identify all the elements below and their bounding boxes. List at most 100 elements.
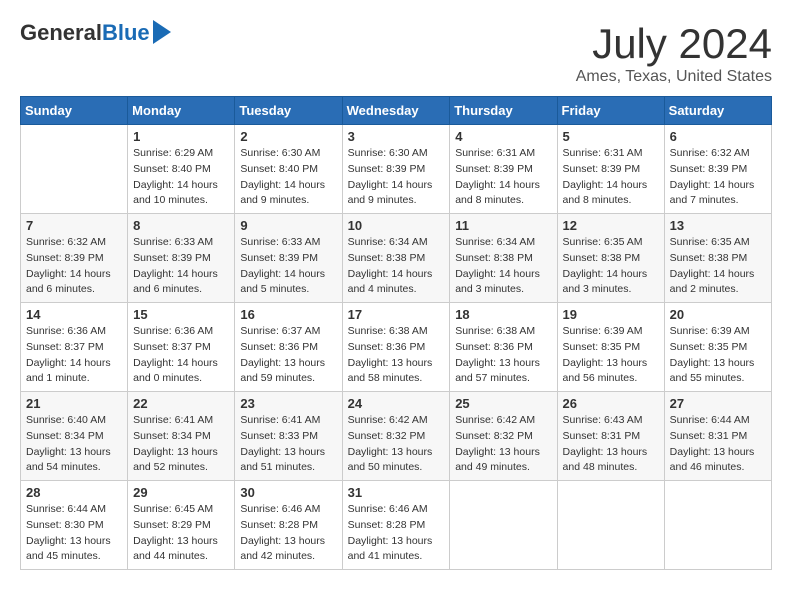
day-number: 5 [563,129,659,144]
day-info: Sunrise: 6:31 AMSunset: 8:39 PMDaylight:… [563,146,659,209]
calendar-cell: 21 Sunrise: 6:40 AMSunset: 8:34 PMDayligh… [21,392,128,481]
day-number: 11 [455,218,551,233]
day-number: 2 [240,129,336,144]
calendar-cell: 11 Sunrise: 6:34 AMSunset: 8:38 PMDayligh… [450,214,557,303]
calendar-cell [21,125,128,214]
calendar-cell: 14 Sunrise: 6:36 AMSunset: 8:37 PMDayligh… [21,303,128,392]
calendar-cell: 7 Sunrise: 6:32 AMSunset: 8:39 PMDaylight… [21,214,128,303]
calendar-cell: 20Sunrise: 6:39 AMSunset: 8:35 PMDayligh… [664,303,771,392]
day-number: 17 [348,307,445,322]
calendar-cell: 29 Sunrise: 6:45 AMSunset: 8:29 PMDayligh… [128,481,235,570]
day-info: Sunrise: 6:33 AMSunset: 8:39 PMDaylight:… [133,235,229,298]
day-number: 1 [133,129,229,144]
day-info: Sunrise: 6:39 AMSunset: 8:35 PMDaylight:… [563,324,659,387]
calendar-cell: 2 Sunrise: 6:30 AMSunset: 8:40 PMDaylight… [235,125,342,214]
day-info: Sunrise: 6:35 AMSunset: 8:38 PMDaylight:… [670,235,766,298]
day-number: 14 [26,307,122,322]
calendar-cell: 18 Sunrise: 6:38 AMSunset: 8:36 PMDayligh… [450,303,557,392]
day-info: Sunrise: 6:39 AMSunset: 8:35 PMDaylight:… [670,324,766,387]
calendar-cell: 15Sunrise: 6:36 AMSunset: 8:37 PMDayligh… [128,303,235,392]
calendar-cell: 5 Sunrise: 6:31 AMSunset: 8:39 PMDaylight… [557,125,664,214]
day-number: 8 [133,218,229,233]
calendar-cell [664,481,771,570]
day-info: Sunrise: 6:38 AMSunset: 8:36 PMDaylight:… [455,324,551,387]
calendar-cell: 23 Sunrise: 6:41 AMSunset: 8:33 PMDayligh… [235,392,342,481]
day-number: 10 [348,218,445,233]
day-info: Sunrise: 6:35 AMSunset: 8:38 PMDaylight:… [563,235,659,298]
day-number: 29 [133,485,229,500]
day-info: Sunrise: 6:42 AMSunset: 8:32 PMDaylight:… [348,413,445,476]
day-info: Sunrise: 6:44 AMSunset: 8:31 PMDaylight:… [670,413,766,476]
calendar-cell: 26Sunrise: 6:43 AMSunset: 8:31 PMDayligh… [557,392,664,481]
calendar-cell: 24Sunrise: 6:42 AMSunset: 8:32 PMDayligh… [342,392,450,481]
day-number: 21 [26,396,122,411]
calendar-header-row: SundayMondayTuesdayWednesdayThursdayFrid… [21,97,772,125]
logo: General Blue [20,20,171,46]
day-number: 19 [563,307,659,322]
day-info: Sunrise: 6:41 AMSunset: 8:34 PMDaylight:… [133,413,229,476]
day-info: Sunrise: 6:45 AMSunset: 8:29 PMDaylight:… [133,502,229,565]
day-number: 23 [240,396,336,411]
calendar-day-header: Wednesday [342,97,450,125]
day-number: 18 [455,307,551,322]
calendar-day-header: Thursday [450,97,557,125]
day-info: Sunrise: 6:40 AMSunset: 8:34 PMDaylight:… [26,413,122,476]
calendar-cell: 27Sunrise: 6:44 AMSunset: 8:31 PMDayligh… [664,392,771,481]
calendar-day-header: Saturday [664,97,771,125]
calendar-cell: 16Sunrise: 6:37 AMSunset: 8:36 PMDayligh… [235,303,342,392]
calendar-cell: 3Sunrise: 6:30 AMSunset: 8:39 PMDaylight… [342,125,450,214]
month-year-title: July 2024 [576,20,772,68]
day-info: Sunrise: 6:32 AMSunset: 8:39 PMDaylight:… [26,235,122,298]
day-info: Sunrise: 6:30 AMSunset: 8:40 PMDaylight:… [240,146,336,209]
day-number: 7 [26,218,122,233]
calendar-cell: 9Sunrise: 6:33 AMSunset: 8:39 PMDaylight… [235,214,342,303]
page-header: General Blue July 2024 Ames, Texas, Unit… [20,20,772,86]
day-number: 30 [240,485,336,500]
calendar-day-header: Monday [128,97,235,125]
calendar-week-row: 21 Sunrise: 6:40 AMSunset: 8:34 PMDayligh… [21,392,772,481]
day-info: Sunrise: 6:31 AMSunset: 8:39 PMDaylight:… [455,146,551,209]
calendar-day-header: Tuesday [235,97,342,125]
day-number: 28 [26,485,122,500]
calendar-cell: 22 Sunrise: 6:41 AMSunset: 8:34 PMDayligh… [128,392,235,481]
day-number: 16 [240,307,336,322]
calendar-cell: 31 Sunrise: 6:46 AMSunset: 8:28 PMDayligh… [342,481,450,570]
calendar-week-row: 28Sunrise: 6:44 AMSunset: 8:30 PMDayligh… [21,481,772,570]
day-info: Sunrise: 6:30 AMSunset: 8:39 PMDaylight:… [348,146,445,209]
day-info: Sunrise: 6:29 AMSunset: 8:40 PMDaylight:… [133,146,229,209]
day-info: Sunrise: 6:36 AMSunset: 8:37 PMDaylight:… [133,324,229,387]
calendar-week-row: 14 Sunrise: 6:36 AMSunset: 8:37 PMDayligh… [21,303,772,392]
day-number: 31 [348,485,445,500]
calendar-cell: 30 Sunrise: 6:46 AMSunset: 8:28 PMDayligh… [235,481,342,570]
day-info: Sunrise: 6:36 AMSunset: 8:37 PMDaylight:… [26,324,122,387]
day-info: Sunrise: 6:34 AMSunset: 8:38 PMDaylight:… [455,235,551,298]
calendar-cell: 19 Sunrise: 6:39 AMSunset: 8:35 PMDayligh… [557,303,664,392]
calendar-cell: 25Sunrise: 6:42 AMSunset: 8:32 PMDayligh… [450,392,557,481]
day-number: 9 [240,218,336,233]
calendar-cell [450,481,557,570]
location-subtitle: Ames, Texas, United States [576,68,772,86]
day-info: Sunrise: 6:32 AMSunset: 8:39 PMDaylight:… [670,146,766,209]
day-number: 25 [455,396,551,411]
day-info: Sunrise: 6:38 AMSunset: 8:36 PMDaylight:… [348,324,445,387]
calendar-day-header: Sunday [21,97,128,125]
day-number: 13 [670,218,766,233]
calendar-cell: 28Sunrise: 6:44 AMSunset: 8:30 PMDayligh… [21,481,128,570]
calendar-cell [557,481,664,570]
day-number: 22 [133,396,229,411]
calendar-table: SundayMondayTuesdayWednesdayThursdayFrid… [20,96,772,570]
logo-arrow-icon [153,20,171,44]
day-info: Sunrise: 6:46 AMSunset: 8:28 PMDaylight:… [348,502,445,565]
logo-general-text: General [20,20,102,46]
calendar-cell: 4 Sunrise: 6:31 AMSunset: 8:39 PMDaylight… [450,125,557,214]
day-info: Sunrise: 6:43 AMSunset: 8:31 PMDaylight:… [563,413,659,476]
calendar-cell: 6Sunrise: 6:32 AMSunset: 8:39 PMDaylight… [664,125,771,214]
calendar-day-header: Friday [557,97,664,125]
calendar-cell: 12Sunrise: 6:35 AMSunset: 8:38 PMDayligh… [557,214,664,303]
day-number: 4 [455,129,551,144]
title-section: July 2024 Ames, Texas, United States [576,20,772,86]
day-info: Sunrise: 6:41 AMSunset: 8:33 PMDaylight:… [240,413,336,476]
calendar-week-row: 1 Sunrise: 6:29 AMSunset: 8:40 PMDaylight… [21,125,772,214]
day-info: Sunrise: 6:46 AMSunset: 8:28 PMDaylight:… [240,502,336,565]
calendar-week-row: 7 Sunrise: 6:32 AMSunset: 8:39 PMDaylight… [21,214,772,303]
